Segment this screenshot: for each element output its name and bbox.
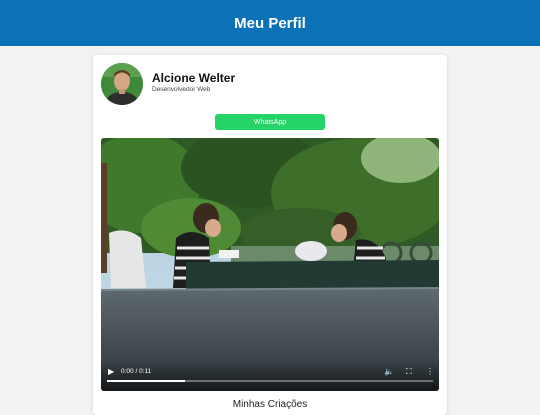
page-title: Meu Perfil bbox=[234, 14, 306, 32]
avatar-photo bbox=[101, 63, 143, 105]
play-icon[interactable]: ▶ bbox=[108, 368, 114, 376]
video-controls: ▶ 0:00 / 0:11 🔈 ⛶ ⋮ bbox=[101, 361, 439, 391]
profile-card: Alcione Welter Desenvolvedor Web WhatsAp… bbox=[93, 55, 447, 415]
video-progress-bar[interactable] bbox=[107, 380, 433, 382]
profile-role: Desenvolvedor Web bbox=[152, 86, 211, 93]
whatsapp-button[interactable]: WhatsApp bbox=[215, 114, 325, 130]
avatar bbox=[101, 63, 143, 105]
video-time: 0:00 / 0:11 bbox=[121, 368, 152, 375]
more-options-icon[interactable]: ⋮ bbox=[426, 368, 434, 376]
video-player[interactable]: ▶ 0:00 / 0:11 🔈 ⛶ ⋮ bbox=[101, 138, 439, 391]
volume-icon[interactable]: 🔈 bbox=[384, 368, 394, 376]
video-progress-fill bbox=[107, 380, 186, 382]
fullscreen-icon[interactable]: ⛶ bbox=[406, 368, 412, 376]
page-header: Meu Perfil bbox=[0, 0, 540, 46]
video-frame bbox=[101, 138, 439, 391]
profile-name: Alcione Welter bbox=[152, 71, 236, 85]
